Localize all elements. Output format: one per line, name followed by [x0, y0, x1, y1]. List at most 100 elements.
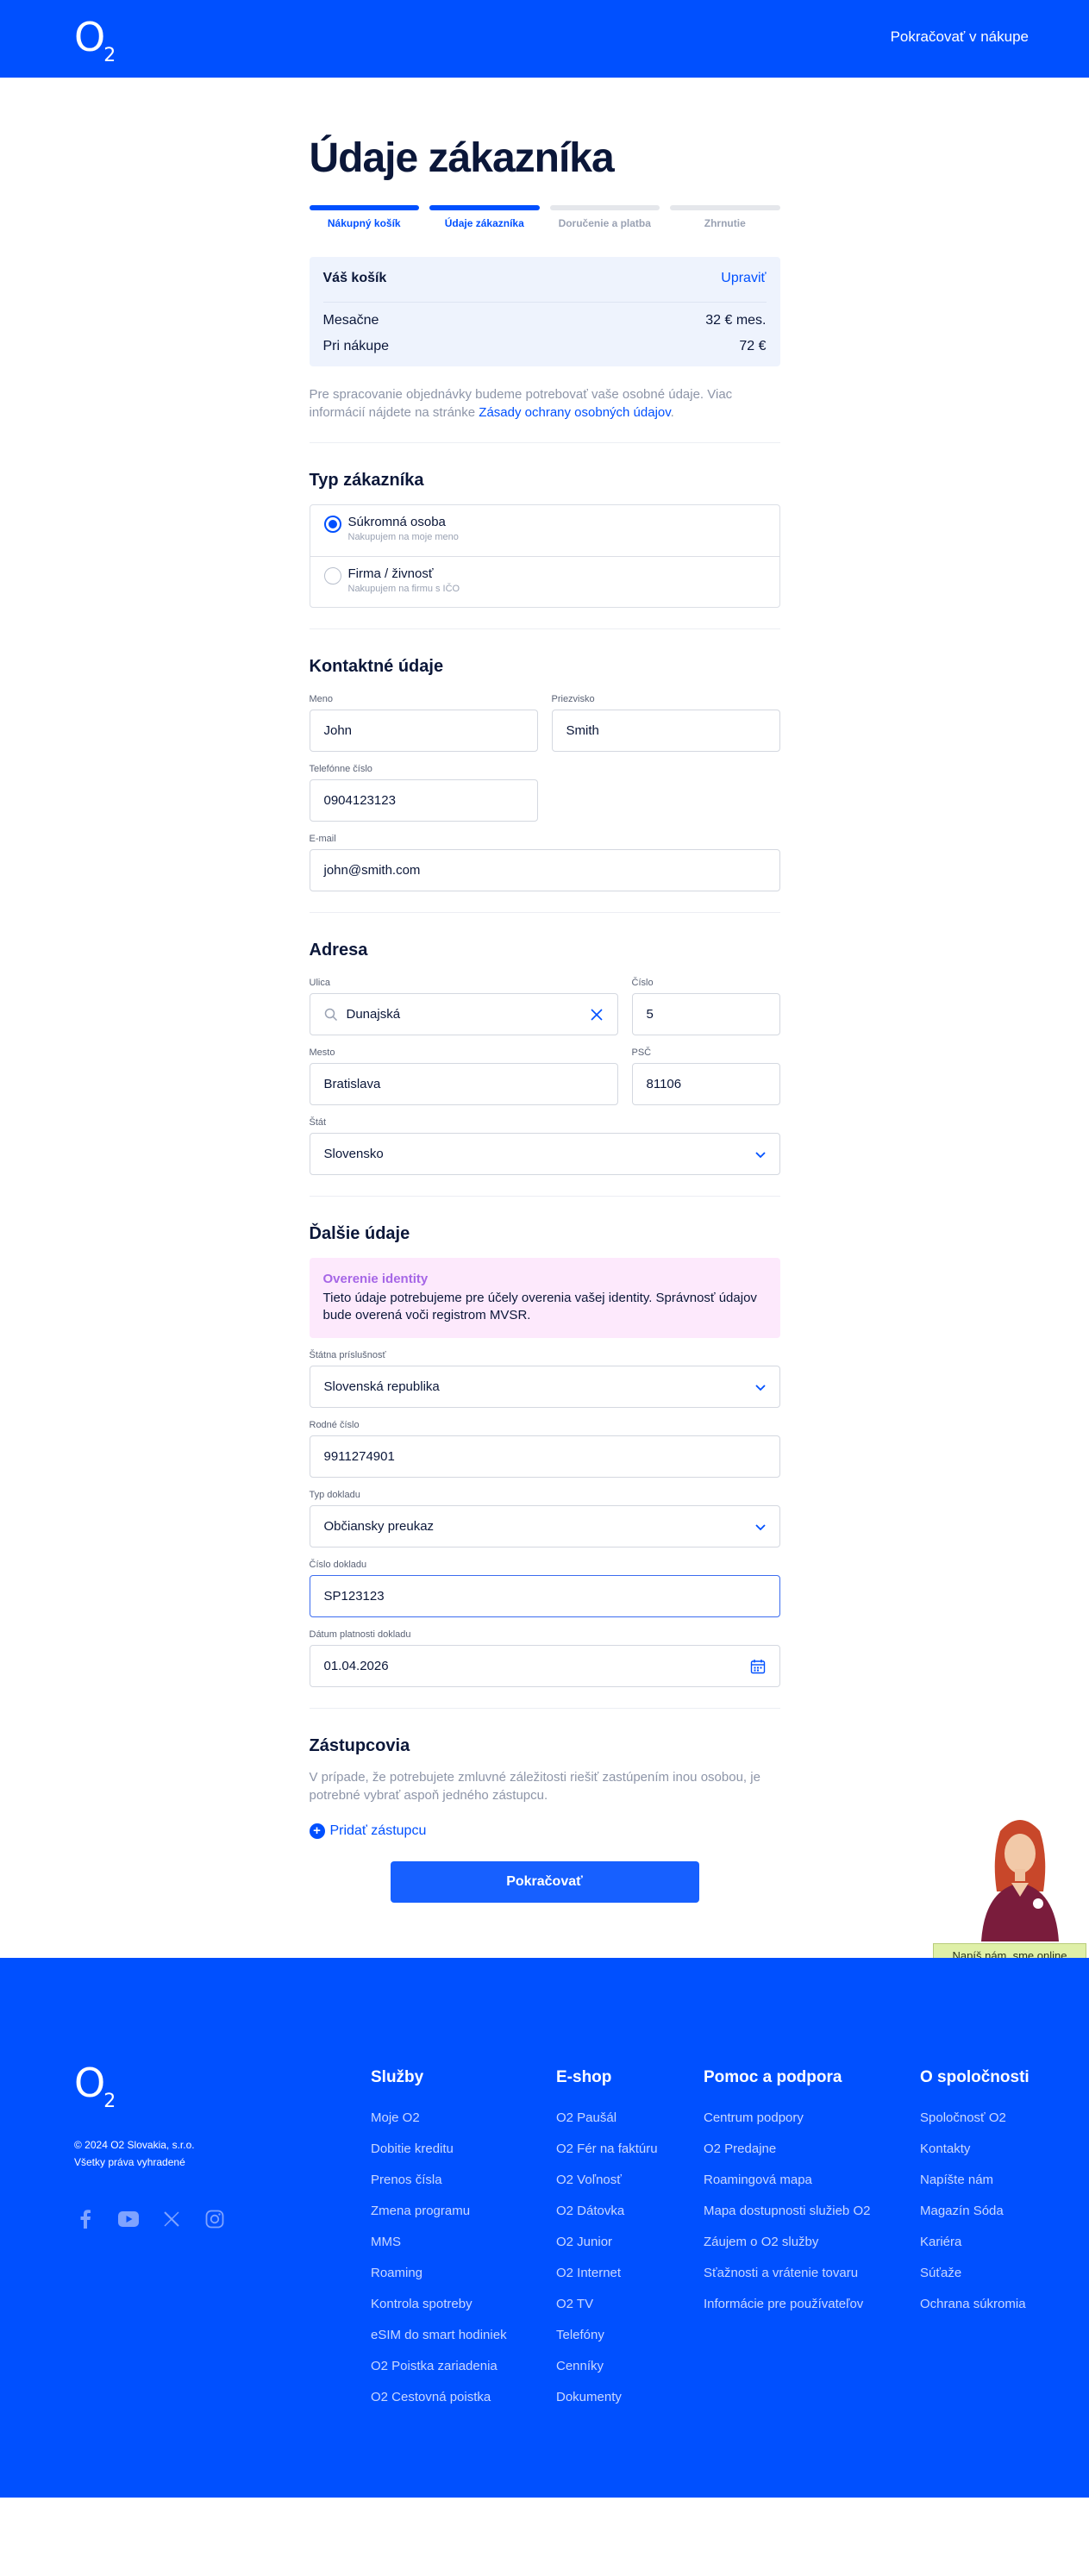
footer-link[interactable]: O2 Internet [556, 2258, 658, 2289]
logo-digit: 2 [103, 2091, 116, 2112]
footer-column-support: Pomoc a podpora Centrum podpory O2 Preda… [704, 2068, 870, 2320]
footer-link[interactable]: O2 Fér na faktúru [556, 2134, 658, 2165]
zip-input[interactable]: 81106 [631, 1063, 780, 1105]
footer-link[interactable]: Zmena programu [371, 2196, 507, 2227]
radio-checked-icon[interactable] [323, 516, 341, 533]
step-bar [549, 205, 660, 210]
footer-link[interactable]: O2 Paušál [556, 2103, 658, 2134]
privacy-end: . [670, 405, 674, 420]
footer-link[interactable]: Sťažnosti a vrátenie tovaru [704, 2258, 870, 2289]
step-label: Nákupný košík [327, 217, 401, 229]
cart-row-upfront: Pri nákupe 72 € [323, 339, 767, 354]
footer-link[interactable]: Mapa dostupnosti služieb O2 [704, 2196, 870, 2227]
privacy-policy-link[interactable]: Zásady ochrany osobných údajov [479, 405, 670, 420]
footer-link[interactable]: Dobitie kreditu [371, 2134, 507, 2165]
radio-private-person[interactable]: Súkromná osoba Nakupujem na moje meno [310, 505, 779, 556]
footer-link[interactable]: Cenníky [556, 2351, 658, 2382]
cart-summary: Váš košík Upraviť Mesačne 32 € mes. Pri … [309, 257, 780, 366]
radio-unchecked-icon[interactable] [323, 567, 341, 585]
phone-input[interactable]: 0904123123 [309, 779, 538, 822]
footer-link[interactable]: O2 Dátovka [556, 2196, 658, 2227]
footer-column-title: E-shop [556, 2068, 612, 2086]
street-number-value: 5 [646, 1007, 654, 1022]
copyright-text: © 2024 O2 Slovakia, s.r.o. [74, 2139, 195, 2151]
cart-row-monthly: Mesačne 32 € mes. [323, 313, 767, 328]
step-cart[interactable]: Nákupný košík [309, 205, 419, 229]
footer-link[interactable]: Roaming [371, 2258, 507, 2289]
footer-link[interactable]: Moje O2 [371, 2103, 507, 2134]
privacy-info: Pre spracovanie objednávky budeme potreb… [310, 385, 780, 422]
footer-link[interactable]: Ochrana súkromia [920, 2289, 1030, 2320]
footer-link[interactable]: Dokumenty [556, 2382, 658, 2413]
footer-link[interactable]: Prenos čísla [371, 2165, 507, 2196]
street-input[interactable]: Dunajská [309, 993, 618, 1035]
chevron-down-icon [754, 1385, 766, 1391]
footer-link[interactable]: eSIM do smart hodiniek [371, 2320, 507, 2351]
footer-link[interactable]: O2 Voľnosť [556, 2165, 658, 2196]
country-value: Slovensko [323, 1147, 384, 1161]
footer-link[interactable]: Magazín Sóda [920, 2196, 1030, 2227]
radio-company[interactable]: Firma / živnosť Nakupujem na firmu s IČO [310, 556, 779, 607]
doc-type-select[interactable]: Občiansky preukaz [309, 1505, 780, 1547]
footer-link[interactable]: Centrum podpory [704, 2103, 870, 2134]
o2-logo[interactable]: O2 [74, 17, 117, 66]
rights-text: Všetky práva vyhradené [74, 2156, 185, 2168]
radio-sublabel: Nakupujem na moje meno [347, 532, 459, 542]
email-input[interactable]: john@smith.com [309, 849, 780, 891]
x-icon[interactable] [160, 2208, 183, 2230]
divider [309, 912, 780, 913]
footer-link[interactable]: Informácie pre používateľov [704, 2289, 870, 2320]
footer-link[interactable]: Záujem o O2 služby [704, 2227, 870, 2258]
nationality-select[interactable]: Slovenská republika [309, 1366, 780, 1408]
doc-number-label: Číslo dokladu [309, 1560, 367, 1570]
plus-icon: + [309, 1823, 325, 1839]
birth-number-input[interactable]: 9911274901 [309, 1435, 780, 1478]
email-value: john@smith.com [323, 863, 421, 878]
chat-widget[interactable]: Napíš nám, sme online [933, 1814, 1086, 1969]
last-name-input[interactable]: Smith [551, 710, 780, 752]
footer-o2-logo[interactable]: O2 [74, 2063, 117, 2112]
footer-link[interactable]: O2 Poistka zariadenia [371, 2351, 507, 2382]
footer-link[interactable]: Napíšte nám [920, 2165, 1030, 2196]
doc-valid-date-input[interactable]: 01.04.2026 [309, 1645, 780, 1687]
step-label: Zhrnutie [704, 217, 746, 229]
city-input[interactable]: Bratislava [309, 1063, 618, 1105]
footer-link[interactable]: Spoločnosť O2 [920, 2103, 1030, 2134]
first-name-input[interactable]: John [309, 710, 538, 752]
footer-link[interactable]: Kontakty [920, 2134, 1030, 2165]
footer-link[interactable]: O2 Junior [556, 2227, 658, 2258]
logo-digit: 2 [103, 45, 116, 66]
calendar-icon[interactable] [750, 1659, 766, 1674]
footer-link[interactable]: Súťaže [920, 2258, 1030, 2289]
footer-link[interactable]: Roamingová mapa [704, 2165, 870, 2196]
footer-link[interactable]: O2 TV [556, 2289, 658, 2320]
phone-value: 0904123123 [323, 793, 396, 808]
youtube-icon[interactable] [117, 2208, 140, 2230]
agent-avatar[interactable] [966, 1814, 1074, 1941]
footer-link[interactable]: O2 Cestovná poistka [371, 2382, 507, 2413]
street-number-input[interactable]: 5 [631, 993, 780, 1035]
footer-link[interactable]: MMS [371, 2227, 507, 2258]
last-name-label: Priezvisko [551, 694, 595, 704]
footer-link[interactable]: Kariéra [920, 2227, 1030, 2258]
doc-number-input[interactable]: SP123123 [309, 1575, 780, 1617]
close-icon[interactable] [590, 1008, 604, 1022]
footer-link[interactable]: Telefóny [556, 2320, 658, 2351]
country-select[interactable]: Slovensko [309, 1133, 780, 1175]
footer-link[interactable]: O2 Predajne [704, 2134, 870, 2165]
footer-link[interactable]: Kontrola spotreby [371, 2289, 507, 2320]
notice-title: Overenie identity [322, 1272, 429, 1286]
continue-button[interactable]: Pokračovať [390, 1861, 699, 1903]
footer: O2 © 2024 O2 Slovakia, s.r.o. Všetky prá… [0, 1958, 1089, 2498]
step-customer[interactable]: Údaje zákazníka [429, 205, 540, 229]
continue-shopping-link[interactable]: Pokračovať v nákupe [891, 28, 1029, 46]
divider [309, 1708, 780, 1709]
edit-cart-link[interactable]: Upraviť [721, 271, 766, 286]
add-representative-button[interactable]: + Pridať zástupcu [309, 1823, 780, 1839]
representatives-text: V prípade, že potrebujete zmluvné záleži… [309, 1770, 760, 1803]
footer-column-title: Služby [371, 2068, 424, 2086]
instagram-icon[interactable] [203, 2208, 226, 2230]
cart-row-value: 32 € mes. [705, 313, 767, 328]
facebook-icon[interactable] [74, 2208, 97, 2230]
cart-row-label: Pri nákupe [322, 339, 390, 353]
